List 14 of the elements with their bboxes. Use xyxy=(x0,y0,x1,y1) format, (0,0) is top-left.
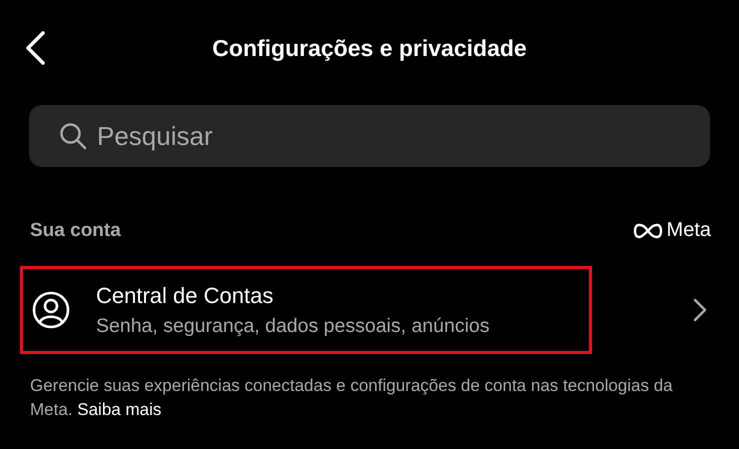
infinity-logo-icon xyxy=(632,222,663,238)
person-icon xyxy=(32,291,70,329)
search-icon xyxy=(59,122,87,150)
back-icon[interactable] xyxy=(24,30,46,66)
item-subtitle: Senha, segurança, dados pessoais, anúncios xyxy=(96,314,490,338)
brand-name: Meta xyxy=(666,219,711,242)
section-title: Sua conta xyxy=(30,220,121,242)
page-title: Configurações e privacidade xyxy=(212,34,527,62)
account-center-item[interactable]: Central de Contas Senha, segurança, dados pessoais, anúncios xyxy=(20,266,592,354)
item-title: Central de Contas xyxy=(96,282,274,308)
search-field[interactable]: Pesquisar xyxy=(29,105,710,167)
footer-text: Gerencie suas experiências conectadas e configurações de conta nas tecnologias da Meta. Saiba mais xyxy=(30,375,674,421)
chevron-right-icon[interactable] xyxy=(693,298,707,322)
learn-more-link[interactable]: Saiba mais xyxy=(77,400,162,419)
